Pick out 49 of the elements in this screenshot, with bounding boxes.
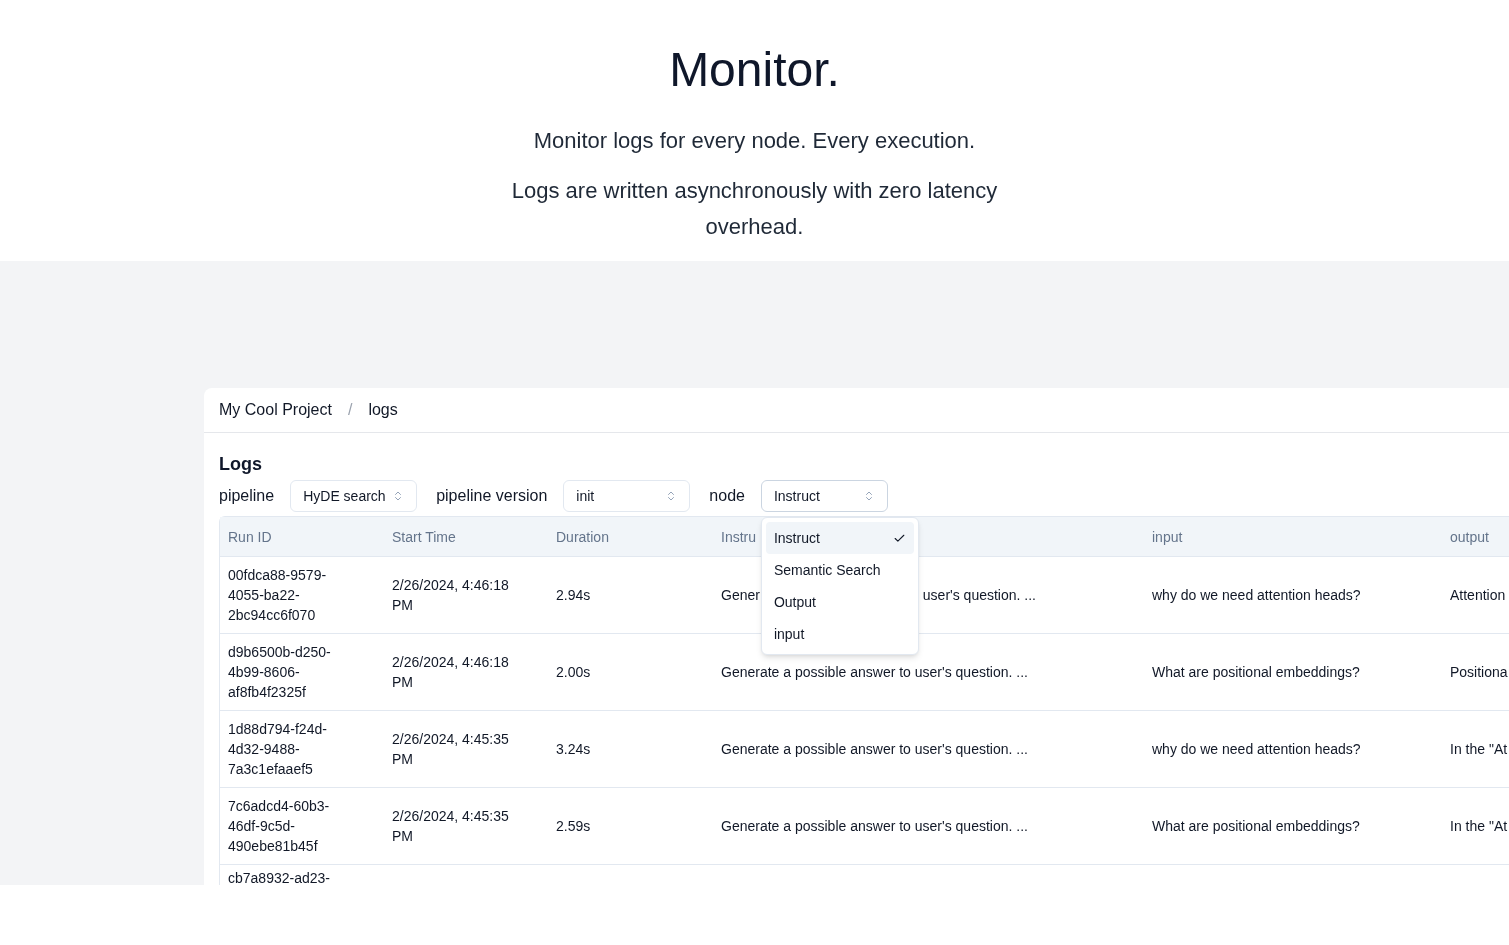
- select-dropdown[interactable]: init: [563, 480, 691, 512]
- table-cell: 2.00s: [556, 664, 591, 680]
- section-title: Logs: [219, 453, 263, 475]
- table-cell: 3.24s: [556, 741, 591, 757]
- subtitle: Monitor logs for every node. Every execution.: [533, 127, 976, 155]
- table-cell-text: d9b6500b-d250-4b99-8606-af8fb4f2325f: [228, 643, 332, 702]
- table-cell-text: Generate a possible answer to user's question. ...: [721, 817, 1028, 836]
- breadcrumb-link[interactable]: My Cool Project: [219, 398, 332, 422]
- column-header: output: [1450, 528, 1489, 545]
- table-cell: why do we need attention heads?: [1152, 587, 1361, 603]
- table-cell-text: 00fdca88-9579-4055-ba22-2bc94cc6f070: [228, 566, 328, 625]
- table-cell: 2.94s: [556, 587, 591, 603]
- table-cell-text: Gener: [721, 586, 760, 605]
- table-cell-text: 2/26/2024, 4:46:18 PM: [392, 653, 510, 692]
- table-cell: What are positional embeddings?: [1152, 664, 1360, 680]
- table-cell-text: 2/26/2024, 4:46:18 PM: [392, 576, 510, 615]
- column-header: input: [1152, 528, 1183, 545]
- table-cell-text: 2/26/2024, 4:45:35 PM: [392, 807, 510, 846]
- menu-option[interactable]: Output: [765, 586, 914, 618]
- breadcrumb-separator: /: [347, 400, 353, 420]
- filter-label: pipeline: [219, 486, 275, 506]
- page-title: Monitor.: [669, 42, 840, 98]
- table-cell-text: Generate a possible answer to user's question. ...: [721, 663, 1028, 682]
- filter-label: node: [709, 486, 745, 506]
- table-cell-text: user's question. ...: [922, 586, 1036, 605]
- select-dropdown[interactable]: HyDE search: [290, 480, 418, 512]
- table-cell-text: 1d88d794-f24d-4d32-9488-7a3c1efaaef5: [228, 720, 328, 779]
- description: Logs are written asynchronously with zero latency overhead.: [510, 177, 999, 241]
- table-cell: Attention: [1450, 587, 1506, 603]
- column-header: Start Time: [392, 528, 456, 545]
- menu-option[interactable]: Semantic Search: [765, 554, 914, 586]
- table-cell: 2.59s: [556, 818, 591, 834]
- table-cell-text: cb7a8932-ad23-: [228, 869, 331, 885]
- table-cell-text: 7c6adcd4-60b3-46df-9c5d-490ebe81b45f: [228, 797, 331, 856]
- column-header: Duration: [556, 528, 609, 545]
- table-cell: In the "At: [1450, 741, 1508, 757]
- table-cell-text: 2/26/2024, 4:45:35 PM: [392, 730, 510, 769]
- column-header: Run ID: [228, 528, 272, 545]
- filter-label: pipeline version: [436, 486, 548, 506]
- select-dropdown[interactable]: Instruct: [760, 480, 888, 512]
- table-cell: What are positional embeddings?: [1152, 818, 1360, 834]
- table-cell: Positiona: [1450, 664, 1508, 680]
- menu-option[interactable]: input: [765, 618, 914, 650]
- table-cell-text: Generate a possible answer to user's question. ...: [721, 740, 1028, 759]
- menu-option[interactable]: Instruct: [765, 522, 914, 554]
- breadcrumb-link[interactable]: logs: [368, 398, 398, 422]
- table-cell: In the "At: [1450, 818, 1508, 834]
- column-header: Instru: [721, 528, 756, 545]
- table-cell: why do we need attention heads?: [1152, 741, 1361, 757]
